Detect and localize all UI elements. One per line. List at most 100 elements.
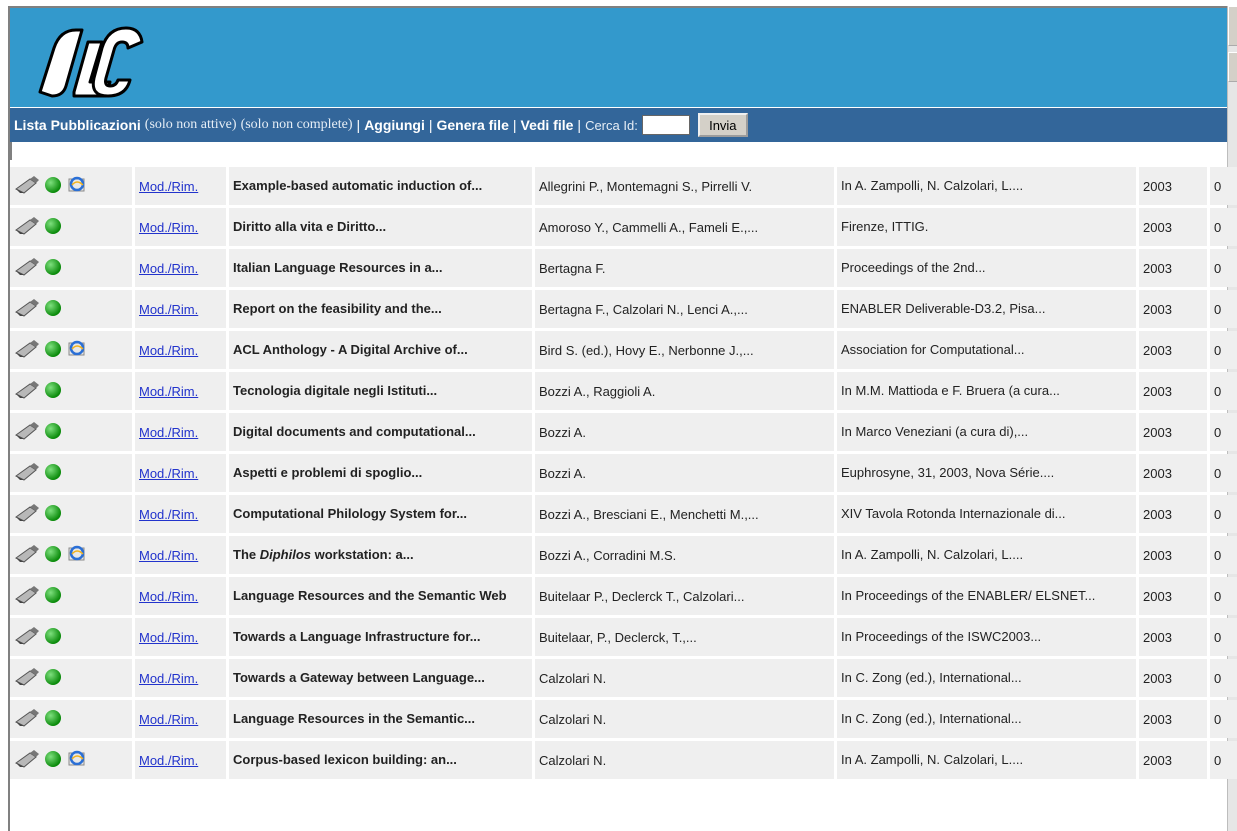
mod-rim-link[interactable]: Mod./Rim. <box>139 179 198 194</box>
row-icons <box>10 454 135 492</box>
nav-vedi-file-link[interactable]: Vedi file <box>521 117 574 133</box>
mod-rim-link[interactable]: Mod./Rim. <box>139 384 198 399</box>
publication-source: Proceedings of the 2nd... <box>837 249 1139 287</box>
edit-pen-icon[interactable] <box>14 380 40 403</box>
web-document-icon[interactable] <box>66 749 88 772</box>
nav-separator: | <box>512 117 517 133</box>
row-mod-cell: Mod./Rim. <box>135 454 229 492</box>
scroll-up-button[interactable] <box>1228 6 1237 46</box>
nav-lista-pubblicazioni[interactable]: Lista Pubblicazioni <box>14 117 141 133</box>
edit-pen-icon[interactable] <box>14 298 40 321</box>
edit-pen-icon[interactable] <box>14 544 40 567</box>
publication-count: 0 <box>1210 208 1237 246</box>
row-icons <box>10 331 135 369</box>
publication-title: Corpus-based lexicon building: an... <box>229 741 535 779</box>
scroll-thumb[interactable] <box>1228 52 1237 82</box>
publication-source: In C. Zong (ed.), International... <box>837 700 1139 738</box>
edit-pen-icon[interactable] <box>14 749 40 772</box>
publication-source: In C. Zong (ed.), International... <box>837 659 1139 697</box>
mod-rim-link[interactable]: Mod./Rim. <box>139 302 198 317</box>
publication-title: Digital documents and computational... <box>229 413 535 451</box>
row-mod-cell: Mod./Rim. <box>135 577 229 615</box>
invia-button[interactable]: Invia <box>697 113 748 137</box>
publication-count: 0 <box>1210 577 1237 615</box>
filter-non-attive[interactable]: (solo non attive) <box>145 117 237 133</box>
publication-authors: Bertagna F. <box>535 249 837 287</box>
mod-rim-link[interactable]: Mod./Rim. <box>139 507 198 522</box>
mod-rim-link[interactable]: Mod./Rim. <box>139 548 198 563</box>
mod-rim-link[interactable]: Mod./Rim. <box>139 753 198 768</box>
divider <box>10 142 12 160</box>
publication-year: 2003 <box>1139 454 1210 492</box>
row-mod-cell: Mod./Rim. <box>135 495 229 533</box>
search-id-input[interactable] <box>641 115 690 135</box>
publication-count: 0 <box>1210 290 1237 328</box>
web-document-icon[interactable] <box>66 339 88 362</box>
publication-authors: Buitelaar, P., Declerck, T.,... <box>535 618 837 656</box>
edit-pen-icon[interactable] <box>14 257 40 280</box>
status-green-dot-icon <box>44 750 62 771</box>
row-mod-cell: Mod./Rim. <box>135 413 229 451</box>
publication-source: In A. Zampolli, N. Calzolari, L.... <box>837 536 1139 574</box>
edit-pen-icon[interactable] <box>14 626 40 649</box>
mod-rim-link[interactable]: Mod./Rim. <box>139 220 198 235</box>
row-icons <box>10 700 135 738</box>
publication-source: In M.M. Mattioda e F. Bruera (a cura... <box>837 372 1139 410</box>
edit-pen-icon[interactable] <box>14 421 40 444</box>
table-row: Mod./Rim. Corpus-based lexicon building: … <box>10 741 1237 779</box>
publication-title: Language Resources in the Semantic... <box>229 700 535 738</box>
publication-year: 2003 <box>1139 290 1210 328</box>
publication-source: In A. Zampolli, N. Calzolari, L.... <box>837 741 1139 779</box>
publication-title: Tecnologia digitale negli Istituti... <box>229 372 535 410</box>
publication-title: Example-based automatic induction of... <box>229 167 535 205</box>
table-row: Mod./Rim. Diritto alla vita e Diritto... A… <box>10 208 1237 246</box>
nav-genera-file-link[interactable]: Genera file <box>436 117 508 133</box>
row-mod-cell: Mod./Rim. <box>135 659 229 697</box>
publication-title: Aspetti e problemi di spoglio... <box>229 454 535 492</box>
mod-rim-link[interactable]: Mod./Rim. <box>139 466 198 481</box>
edit-pen-icon[interactable] <box>14 503 40 526</box>
row-icons <box>10 208 135 246</box>
web-document-icon[interactable] <box>66 175 88 198</box>
publication-title: Towards a Gateway between Language... <box>229 659 535 697</box>
web-document-icon[interactable] <box>66 544 88 567</box>
mod-rim-link[interactable]: Mod./Rim. <box>139 261 198 276</box>
publication-count: 0 <box>1210 700 1237 738</box>
edit-pen-icon[interactable] <box>14 462 40 485</box>
publication-source: In Proceedings of the ENABLER/ ELSNET... <box>837 577 1139 615</box>
publication-source: Firenze, ITTIG. <box>837 208 1139 246</box>
publication-year: 2003 <box>1139 413 1210 451</box>
mod-rim-link[interactable]: Mod./Rim. <box>139 671 198 686</box>
publication-source: Euphrosyne, 31, 2003, Nova Série.... <box>837 454 1139 492</box>
mod-rim-link[interactable]: Mod./Rim. <box>139 712 198 727</box>
row-mod-cell: Mod./Rim. <box>135 618 229 656</box>
row-icons <box>10 618 135 656</box>
status-green-dot-icon <box>44 463 62 484</box>
filter-non-complete[interactable]: (solo non complete) <box>241 117 353 133</box>
nav-aggiungi-link[interactable]: Aggiungi <box>364 117 425 133</box>
publication-title: Italian Language Resources in a... <box>229 249 535 287</box>
edit-pen-icon[interactable] <box>14 339 40 362</box>
row-icons <box>10 659 135 697</box>
table-row: Mod./Rim. The Diphilos workstation: a... B… <box>10 536 1237 574</box>
row-mod-cell: Mod./Rim. <box>135 208 229 246</box>
table-row: Mod./Rim. Computational Philology System … <box>10 495 1237 533</box>
mod-rim-link[interactable]: Mod./Rim. <box>139 425 198 440</box>
mod-rim-link[interactable]: Mod./Rim. <box>139 589 198 604</box>
row-icons <box>10 372 135 410</box>
row-mod-cell: Mod./Rim. <box>135 741 229 779</box>
publication-authors: Bozzi A. <box>535 413 837 451</box>
edit-pen-icon[interactable] <box>14 175 40 198</box>
status-green-dot-icon <box>44 504 62 525</box>
publication-source: ENABLER Deliverable-D3.2, Pisa... <box>837 290 1139 328</box>
edit-pen-icon[interactable] <box>14 216 40 239</box>
status-green-dot-icon <box>44 340 62 361</box>
edit-pen-icon[interactable] <box>14 585 40 608</box>
mod-rim-link[interactable]: Mod./Rim. <box>139 630 198 645</box>
publication-title: Diritto alla vita e Diritto... <box>229 208 535 246</box>
edit-pen-icon[interactable] <box>14 708 40 731</box>
status-green-dot-icon <box>44 299 62 320</box>
mod-rim-link[interactable]: Mod./Rim. <box>139 343 198 358</box>
edit-pen-icon[interactable] <box>14 667 40 690</box>
table-row: Mod./Rim. Towards a Gateway between Langu… <box>10 659 1237 697</box>
